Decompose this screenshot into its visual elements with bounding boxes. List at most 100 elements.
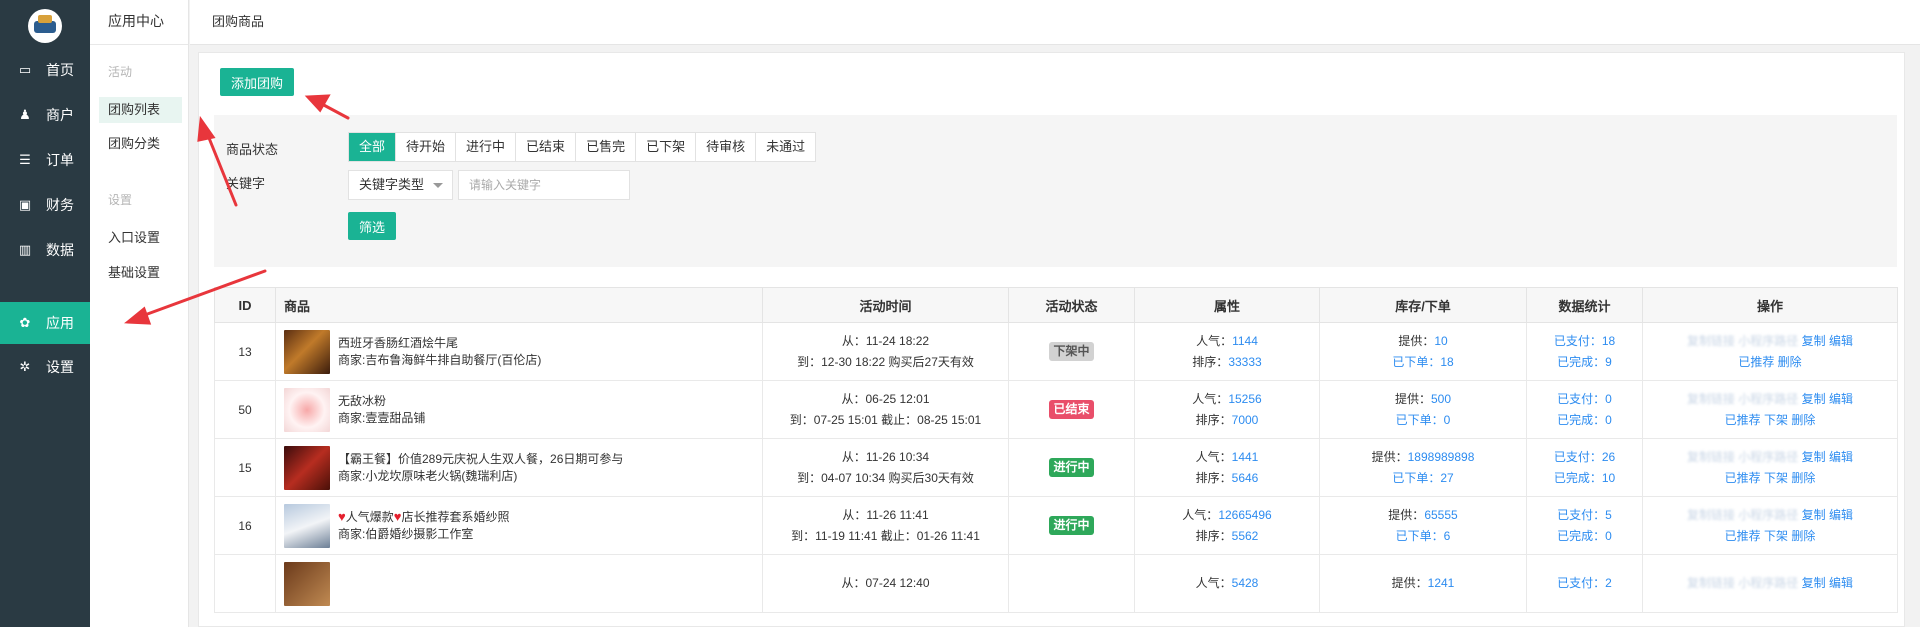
cell-statistics: 已支付：5 已完成：0 bbox=[1526, 496, 1643, 555]
cell-stock: 提供：10 已下单：18 bbox=[1319, 322, 1527, 381]
sidebar-item-basic-settings[interactable]: 基础设置 bbox=[99, 260, 182, 286]
delete-link[interactable]: 删除 bbox=[1778, 355, 1802, 369]
status-tab[interactable]: 已下架 bbox=[636, 133, 697, 161]
time-start: 从：11-24 18:22 bbox=[841, 333, 930, 348]
supply-label: 提供： bbox=[1388, 507, 1425, 522]
sidebar-item-group-buy-list[interactable]: 团购列表 bbox=[99, 97, 182, 123]
goods-thumbnail[interactable] bbox=[284, 503, 330, 548]
sidebar-item-entry-settings[interactable]: 入口设置 bbox=[99, 225, 182, 251]
supply-value[interactable]: 65555 bbox=[1424, 508, 1457, 522]
goods-thumbnail[interactable] bbox=[284, 445, 330, 490]
copy-link[interactable]: 复制 bbox=[1802, 392, 1826, 406]
goods-merchant: 商家:吉布鲁海鲜牛排自助餐厅(百伦店) bbox=[338, 352, 542, 367]
nav-item-gear[interactable]: ✲ 设置 bbox=[0, 346, 90, 388]
recommend-link[interactable]: 已推荐 bbox=[1725, 529, 1761, 543]
col-activity-time: 活动时间 bbox=[762, 287, 1009, 323]
nav-item-list[interactable]: ☰ 订单 bbox=[0, 139, 90, 181]
cell-stock: 提供：500 已下单：0 bbox=[1319, 380, 1527, 439]
delete-link[interactable]: 删除 bbox=[1791, 471, 1815, 485]
edit-link[interactable]: 编辑 bbox=[1829, 334, 1853, 348]
goods-name: 人气爆款 bbox=[345, 510, 394, 524]
status-tab[interactable]: 已售完 bbox=[576, 133, 637, 161]
status-tab[interactable]: 已结束 bbox=[516, 133, 577, 161]
status-tab[interactable]: 进行中 bbox=[456, 133, 517, 161]
edit-link[interactable]: 编辑 bbox=[1829, 450, 1853, 464]
nav-item-label: 商户 bbox=[46, 107, 74, 123]
sidebar-item-group-buy-category[interactable]: 团购分类 bbox=[99, 131, 182, 157]
goods-name: 西班牙香肠红酒烩牛尾 bbox=[338, 335, 459, 350]
copy-link-action[interactable]: 复制链接 小程序路径 bbox=[1687, 505, 1798, 526]
copy-link[interactable]: 复制 bbox=[1802, 450, 1826, 464]
table-row: 13 西班牙香肠红酒烩牛尾 商家:吉布鲁海鲜牛排自助餐厅(百伦店) 从：11-24 1… bbox=[214, 322, 1898, 381]
keyword-input[interactable] bbox=[458, 170, 630, 200]
time-end: 到：04-07 10:34 购买后30天有效 bbox=[797, 470, 974, 485]
sort-value[interactable]: 7000 bbox=[1232, 413, 1259, 427]
nav-item-monitor[interactable]: ▭ 首页 bbox=[0, 49, 90, 91]
filter-submit-button[interactable]: 筛选 bbox=[348, 212, 396, 240]
cell-goods: 西班牙香肠红酒烩牛尾商家:吉布鲁海鲜牛排自助餐厅(百伦店) bbox=[275, 322, 763, 381]
main-nav: ▭ 首页 ♟ 商户 ☰ 订单 ▣ 财务 ▥ 数据 ✿ 应用 ✲ 设置 bbox=[0, 0, 90, 627]
cell-status: 进行中 bbox=[1008, 496, 1135, 555]
sort-value[interactable]: 33333 bbox=[1228, 355, 1261, 369]
cell-actions: 复制链接 小程序路径 复制 编辑已推荐 下架 删除 bbox=[1642, 380, 1898, 439]
apps-icon: ✿ bbox=[19, 315, 31, 330]
copy-link-action[interactable]: 复制链接 小程序路径 bbox=[1687, 331, 1798, 352]
col-activity-status: 活动状态 bbox=[1008, 287, 1135, 323]
done-label: 已完成： bbox=[1557, 354, 1606, 369]
cell-attributes: 人气：12665496 排序：5562 bbox=[1134, 496, 1320, 555]
popularity-label: 人气： bbox=[1196, 333, 1233, 348]
time-end: 到：11-19 11:41 截止：01-26 11:41 bbox=[791, 528, 980, 543]
edit-link[interactable]: 编辑 bbox=[1829, 508, 1853, 522]
offline-link[interactable]: 下架 bbox=[1764, 529, 1788, 543]
edit-link[interactable]: 编辑 bbox=[1829, 576, 1853, 590]
nav-item-users[interactable]: ♟ 商户 bbox=[0, 94, 90, 136]
recommend-link[interactable]: 已推荐 bbox=[1725, 471, 1761, 485]
delete-link[interactable]: 删除 bbox=[1791, 529, 1815, 543]
copy-link-action[interactable]: 复制链接 小程序路径 bbox=[1687, 573, 1798, 594]
cell-statistics: 已支付：0 已完成：0 bbox=[1526, 380, 1643, 439]
goods-thumbnail[interactable] bbox=[284, 561, 330, 606]
copy-link[interactable]: 复制 bbox=[1802, 508, 1826, 522]
delete-link[interactable]: 删除 bbox=[1791, 413, 1815, 427]
add-group-buy-button[interactable]: 添加团购 bbox=[220, 68, 294, 96]
offline-link[interactable]: 下架 bbox=[1764, 413, 1788, 427]
sort-value[interactable]: 5562 bbox=[1232, 529, 1259, 543]
status-tab[interactable]: 待审核 bbox=[696, 133, 757, 161]
edit-link[interactable]: 编辑 bbox=[1829, 392, 1853, 406]
paid-label: 已支付： bbox=[1557, 391, 1606, 406]
brand-logo[interactable] bbox=[28, 9, 62, 43]
offline-link[interactable]: 下架 bbox=[1764, 471, 1788, 485]
recommend-link[interactable]: 已推荐 bbox=[1738, 355, 1774, 369]
copy-link[interactable]: 复制 bbox=[1802, 576, 1826, 590]
supply-value[interactable]: 500 bbox=[1431, 392, 1451, 406]
goods-thumbnail[interactable] bbox=[284, 387, 330, 432]
supply-value[interactable]: 1241 bbox=[1428, 576, 1455, 590]
ordered-value: 0 bbox=[1443, 412, 1451, 427]
cell-id: 15 bbox=[214, 438, 276, 497]
sort-value[interactable]: 5646 bbox=[1232, 471, 1259, 485]
nav-item-apps[interactable]: ✿ 应用 bbox=[0, 302, 90, 344]
cell-attributes: 人气：15256 排序：7000 bbox=[1134, 380, 1320, 439]
goods-thumbnail[interactable] bbox=[284, 329, 330, 374]
nav-item-money[interactable]: ▣ 财务 bbox=[0, 184, 90, 226]
status-tab[interactable]: 待开始 bbox=[396, 133, 457, 161]
copy-link-action[interactable]: 复制链接 小程序路径 bbox=[1687, 389, 1798, 410]
recommend-link[interactable]: 已推荐 bbox=[1725, 413, 1761, 427]
col-id: ID bbox=[214, 287, 276, 323]
popularity-value: 5428 bbox=[1231, 576, 1259, 590]
cell-time: 从：07-24 12:40 bbox=[762, 554, 1009, 613]
supply-value[interactable]: 10 bbox=[1434, 334, 1447, 348]
content-panel: 添加团购 商品状态 全部 待开始 进行中 已结束 已售完 已下架 待审核 未通过 关键字 关键… bbox=[198, 52, 1905, 627]
copy-link-action[interactable]: 复制链接 小程序路径 bbox=[1687, 447, 1798, 468]
status-badge: 进行中 bbox=[1049, 458, 1094, 477]
status-badge: 进行中 bbox=[1049, 516, 1094, 535]
status-tab[interactable]: 全部 bbox=[349, 133, 397, 161]
table-row: 15 【霸王餐】价值289元庆祝人生双人餐，26日期可参与 商家:小龙坎原味老火锅(… bbox=[214, 438, 1898, 497]
paid-label: 已支付： bbox=[1553, 333, 1602, 348]
supply-value[interactable]: 1898989898 bbox=[1408, 450, 1475, 464]
keyword-type-select[interactable]: 关键字类型 bbox=[348, 170, 453, 200]
nav-item-bar-chart[interactable]: ▥ 数据 bbox=[0, 229, 90, 271]
copy-link[interactable]: 复制 bbox=[1802, 334, 1826, 348]
status-tab[interactable]: 未通过 bbox=[756, 133, 815, 161]
col-goods: 商品 bbox=[275, 287, 763, 323]
